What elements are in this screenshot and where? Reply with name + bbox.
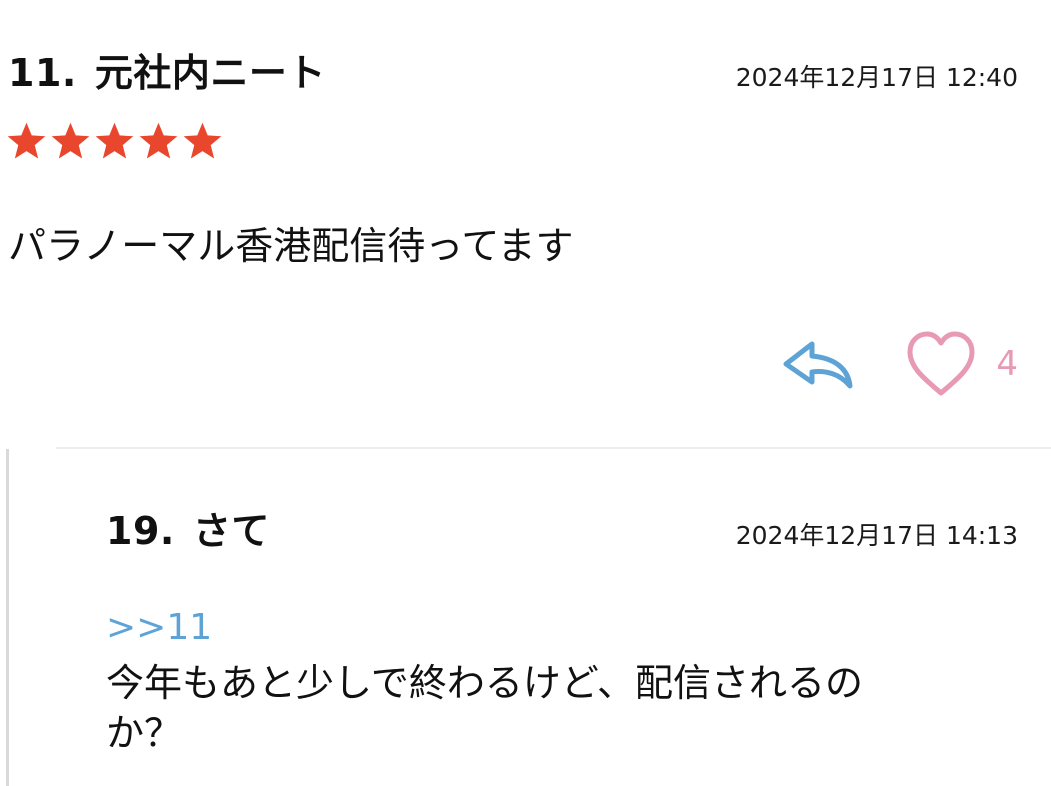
reply-body: 今年もあと少しで終わるけど、配信されるの か？ [106, 658, 956, 758]
divider [56, 447, 1051, 449]
reply-author: さて [192, 509, 270, 553]
comment-timestamp: 2024年12月17日 12:40 [735, 63, 1018, 92]
star-icon [183, 122, 222, 159]
like-count: 4 [996, 344, 1018, 384]
reply-number: 19. [106, 509, 175, 553]
comment-thread: 11. 元社内ニート 2024年12月17日 12:40 パラノーマル香港配信待っ… [0, 0, 1051, 786]
reply-timestamp: 2024年12月17日 14:13 [735, 521, 1018, 550]
reply-thread-bar [6, 449, 9, 786]
reply-body-line: か？ [106, 711, 183, 755]
reply-anchor-link[interactable]: >>11 [106, 606, 212, 650]
star-icon [51, 122, 90, 159]
reply-body-line: 今年もあと少しで終わるけど、配信されるの [106, 661, 863, 705]
reply-header: 19. さて 2024年12月17日 14:13 [106, 500, 1018, 555]
star-icon [95, 122, 134, 159]
rating-stars [5, 120, 224, 163]
comment-title: 11. 元社内ニート [8, 42, 326, 97]
comment-header: 11. 元社内ニート 2024年12月17日 12:40 [8, 42, 1018, 97]
comment-body: パラノーマル香港配信待ってます [8, 224, 574, 268]
comment-number: 11. [8, 51, 77, 95]
comment-author: 元社内ニート [94, 51, 326, 95]
heart-icon [907, 331, 975, 396]
comment-actions: 4 [782, 330, 1018, 398]
reply-title: 19. さて [106, 500, 270, 555]
reply-arrow-icon[interactable] [782, 334, 854, 394]
like-button[interactable]: 4 [906, 330, 1018, 398]
star-icon [139, 122, 178, 159]
star-icon [7, 122, 46, 159]
